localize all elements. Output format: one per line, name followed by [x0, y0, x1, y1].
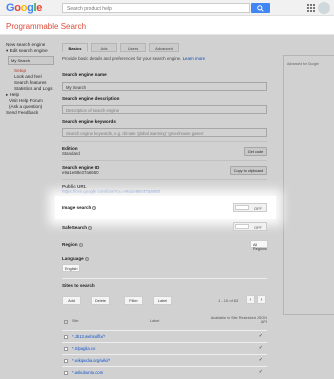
col-site: Site: [72, 319, 79, 323]
intro-text: Provide basic details and preferences fo…: [62, 56, 205, 61]
divider: [62, 278, 267, 279]
info-icon[interactable]: ?: [84, 256, 89, 261]
col-available: Available in Site Restricted JSON API: [210, 316, 267, 324]
next-page-button[interactable]: ›: [257, 295, 266, 304]
add-site-button[interactable]: Add: [62, 296, 81, 305]
engine-name-field[interactable]: My Search: [62, 82, 267, 91]
language-label-text: Language: [62, 256, 84, 261]
page-title: Programmable Search: [6, 22, 87, 31]
image-search-toggle[interactable]: OFF: [233, 203, 267, 212]
logo-letter: G: [6, 2, 15, 14]
search-icon: [257, 5, 264, 12]
avatar[interactable]: [318, 2, 330, 14]
sidebar-send-feedback[interactable]: Send Feedback: [6, 110, 58, 116]
engine-description-field[interactable]: Description of search engine: [62, 105, 267, 114]
safesearch-toggle[interactable]: OFF: [233, 222, 267, 231]
divider: [62, 179, 267, 180]
sites-to-search-label: Sites to search: [62, 283, 95, 288]
engine-name-label: Search engine name: [62, 72, 107, 77]
col-label: Label: [150, 319, 160, 323]
tab-advanced[interactable]: Advanced: [149, 43, 179, 52]
select-all-checkbox[interactable]: [64, 320, 68, 324]
check-icon: ✓: [258, 369, 263, 375]
toggle-knob: [235, 205, 249, 210]
row-checkbox[interactable]: [64, 347, 68, 351]
engine-keywords-field[interactable]: Search engine keywords, e.g. climate 'gl…: [62, 128, 267, 137]
google-logo[interactable]: Google: [6, 2, 42, 14]
region-label-text: Region: [62, 242, 78, 247]
edition-value: Standard: [62, 151, 80, 156]
sidebar-edit-engine[interactable]: ▾ Edit search engine: [6, 48, 58, 54]
row-checkbox[interactable]: [64, 359, 68, 363]
table-row[interactable]: *.askubuntu.com ✓: [62, 366, 267, 378]
site-link[interactable]: *.Slpaglia.co: [72, 346, 95, 351]
engine-description-label: Search engine description: [62, 96, 120, 101]
safesearch-label: SafeSearch?: [62, 225, 93, 230]
intro-description: Provide basic details and preferences fo…: [62, 56, 182, 61]
info-icon[interactable]: ?: [92, 205, 97, 210]
image-search-state: OFF: [254, 206, 262, 211]
get-code-button[interactable]: Get code: [244, 147, 267, 156]
tab-ads[interactable]: Ads: [91, 43, 117, 52]
check-icon: ✓: [258, 357, 263, 363]
delete-site-button[interactable]: Delete: [91, 296, 110, 305]
language-label: Language?: [62, 256, 89, 261]
site-link[interactable]: *.askubuntu.com: [72, 370, 103, 375]
sidebar: New search engine ▾ Edit search engine M…: [6, 42, 58, 116]
search-button[interactable]: [251, 3, 270, 13]
tab-basics[interactable]: Basics: [62, 43, 88, 52]
learn-more-link[interactable]: Learn more: [183, 56, 205, 61]
tab-users[interactable]: Users: [120, 43, 146, 52]
image-search-label: Image search?: [62, 205, 97, 210]
table-row[interactable]: *.Jb13.websuffix/* ✓: [62, 330, 267, 342]
label-button[interactable]: Label: [153, 296, 172, 305]
region-label: Region?: [62, 242, 83, 247]
table-row[interactable]: *.wikipedia.org/wiki/* ✓: [62, 354, 267, 366]
ad-panel-label: Advanced for Google: [287, 62, 319, 66]
check-icon: ✓: [258, 345, 263, 351]
toggle-knob: [235, 224, 249, 229]
site-link[interactable]: *.Jb13.websuffix/*: [72, 334, 105, 339]
copy-to-clipboard-button[interactable]: Copy to clipboard: [230, 166, 267, 175]
image-search-label-text: Image search: [62, 205, 92, 210]
ad-panel: Advanced for Google: [283, 55, 334, 315]
region-select[interactable]: All Regions: [250, 240, 268, 251]
safesearch-label-text: SafeSearch: [62, 225, 88, 230]
language-select[interactable]: English: [62, 264, 80, 272]
divider: [62, 160, 267, 161]
divider: [62, 141, 267, 142]
engine-keywords-label: Search engine keywords: [62, 119, 116, 124]
check-icon: ✓: [258, 333, 263, 339]
header-divider: [0, 34, 334, 35]
engine-select[interactable]: My Search: [8, 56, 54, 65]
site-link[interactable]: *.wikipedia.org/wiki/*: [72, 358, 110, 363]
apps-grid-icon[interactable]: [307, 4, 315, 12]
info-icon[interactable]: ?: [78, 242, 83, 247]
top-bar: Google Search product help: [0, 0, 334, 16]
prev-page-button[interactable]: ‹: [246, 295, 255, 304]
search-input[interactable]: Search product help: [62, 3, 250, 13]
row-checkbox[interactable]: [64, 335, 68, 339]
public-url-link[interactable]: https://cse.google.com/cse?cx=e9a1e88e37…: [62, 189, 160, 194]
safesearch-state: OFF: [254, 225, 262, 230]
filter-button[interactable]: Filter: [124, 296, 143, 305]
info-icon[interactable]: ?: [88, 225, 93, 230]
table-row[interactable]: *.Slpaglia.co ✓: [62, 342, 267, 354]
logo-letter: e: [36, 2, 43, 14]
row-checkbox[interactable]: [64, 371, 68, 375]
pagination-text: 1 - 10 of 83: [218, 298, 239, 303]
engine-id-value: e9a1e88e37a6650: [62, 170, 99, 175]
